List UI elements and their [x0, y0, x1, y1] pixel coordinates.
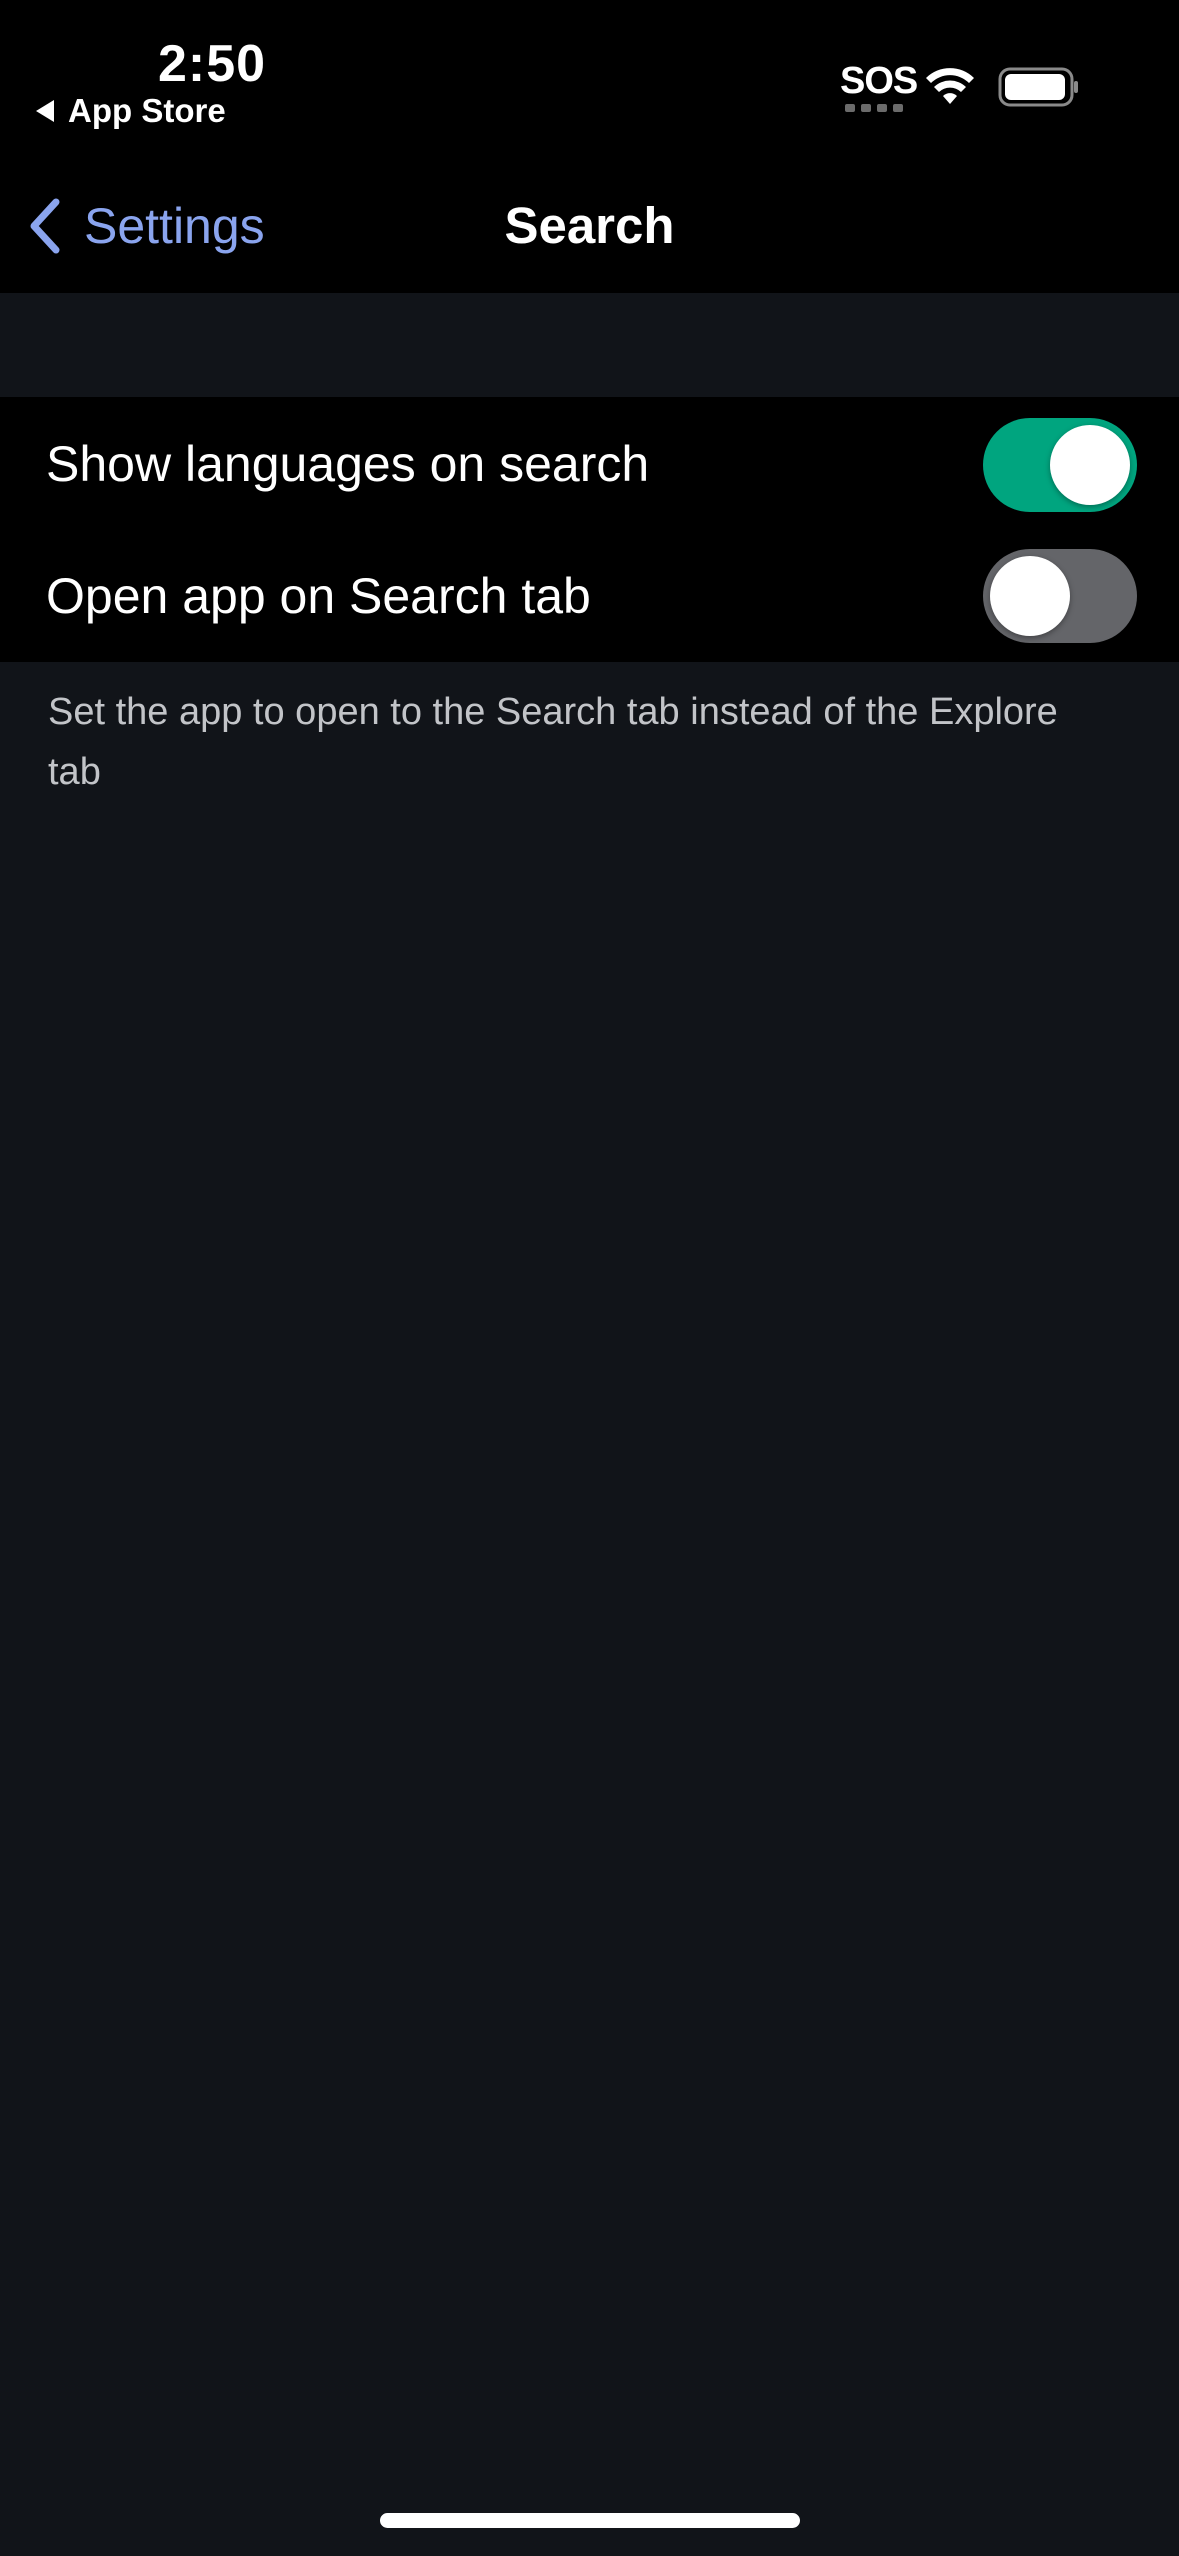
signal-dots-icon [845, 104, 903, 112]
return-to-app-link[interactable]: App Store [36, 92, 226, 130]
back-triangle-icon [36, 100, 54, 122]
screen: 2:50 App Store SOS Settings Search Show … [0, 0, 1179, 2556]
sos-indicator: SOS [840, 60, 918, 102]
return-app-label: App Store [68, 92, 226, 129]
show-languages-toggle[interactable] [983, 418, 1137, 512]
page-title: Search [504, 197, 675, 254]
battery-icon [998, 67, 1078, 107]
toggle-knob [1050, 425, 1130, 505]
setting-label: Show languages on search [46, 436, 650, 492]
open-on-search-toggle[interactable] [983, 549, 1137, 643]
setting-footnote: Set the app to open to the Search tab in… [48, 691, 1058, 793]
settings-group: Show languages on search Open app on Sea… [0, 397, 1179, 662]
status-time: 2:50 [158, 35, 267, 93]
setting-label: Open app on Search tab [46, 568, 591, 624]
toggle-knob [990, 556, 1070, 636]
setting-row-open-on-search: Open app on Search tab [0, 529, 1179, 661]
wifi-icon [926, 68, 974, 104]
setting-row-show-languages: Show languages on search [0, 397, 1179, 529]
home-indicator[interactable] [380, 2513, 800, 2528]
